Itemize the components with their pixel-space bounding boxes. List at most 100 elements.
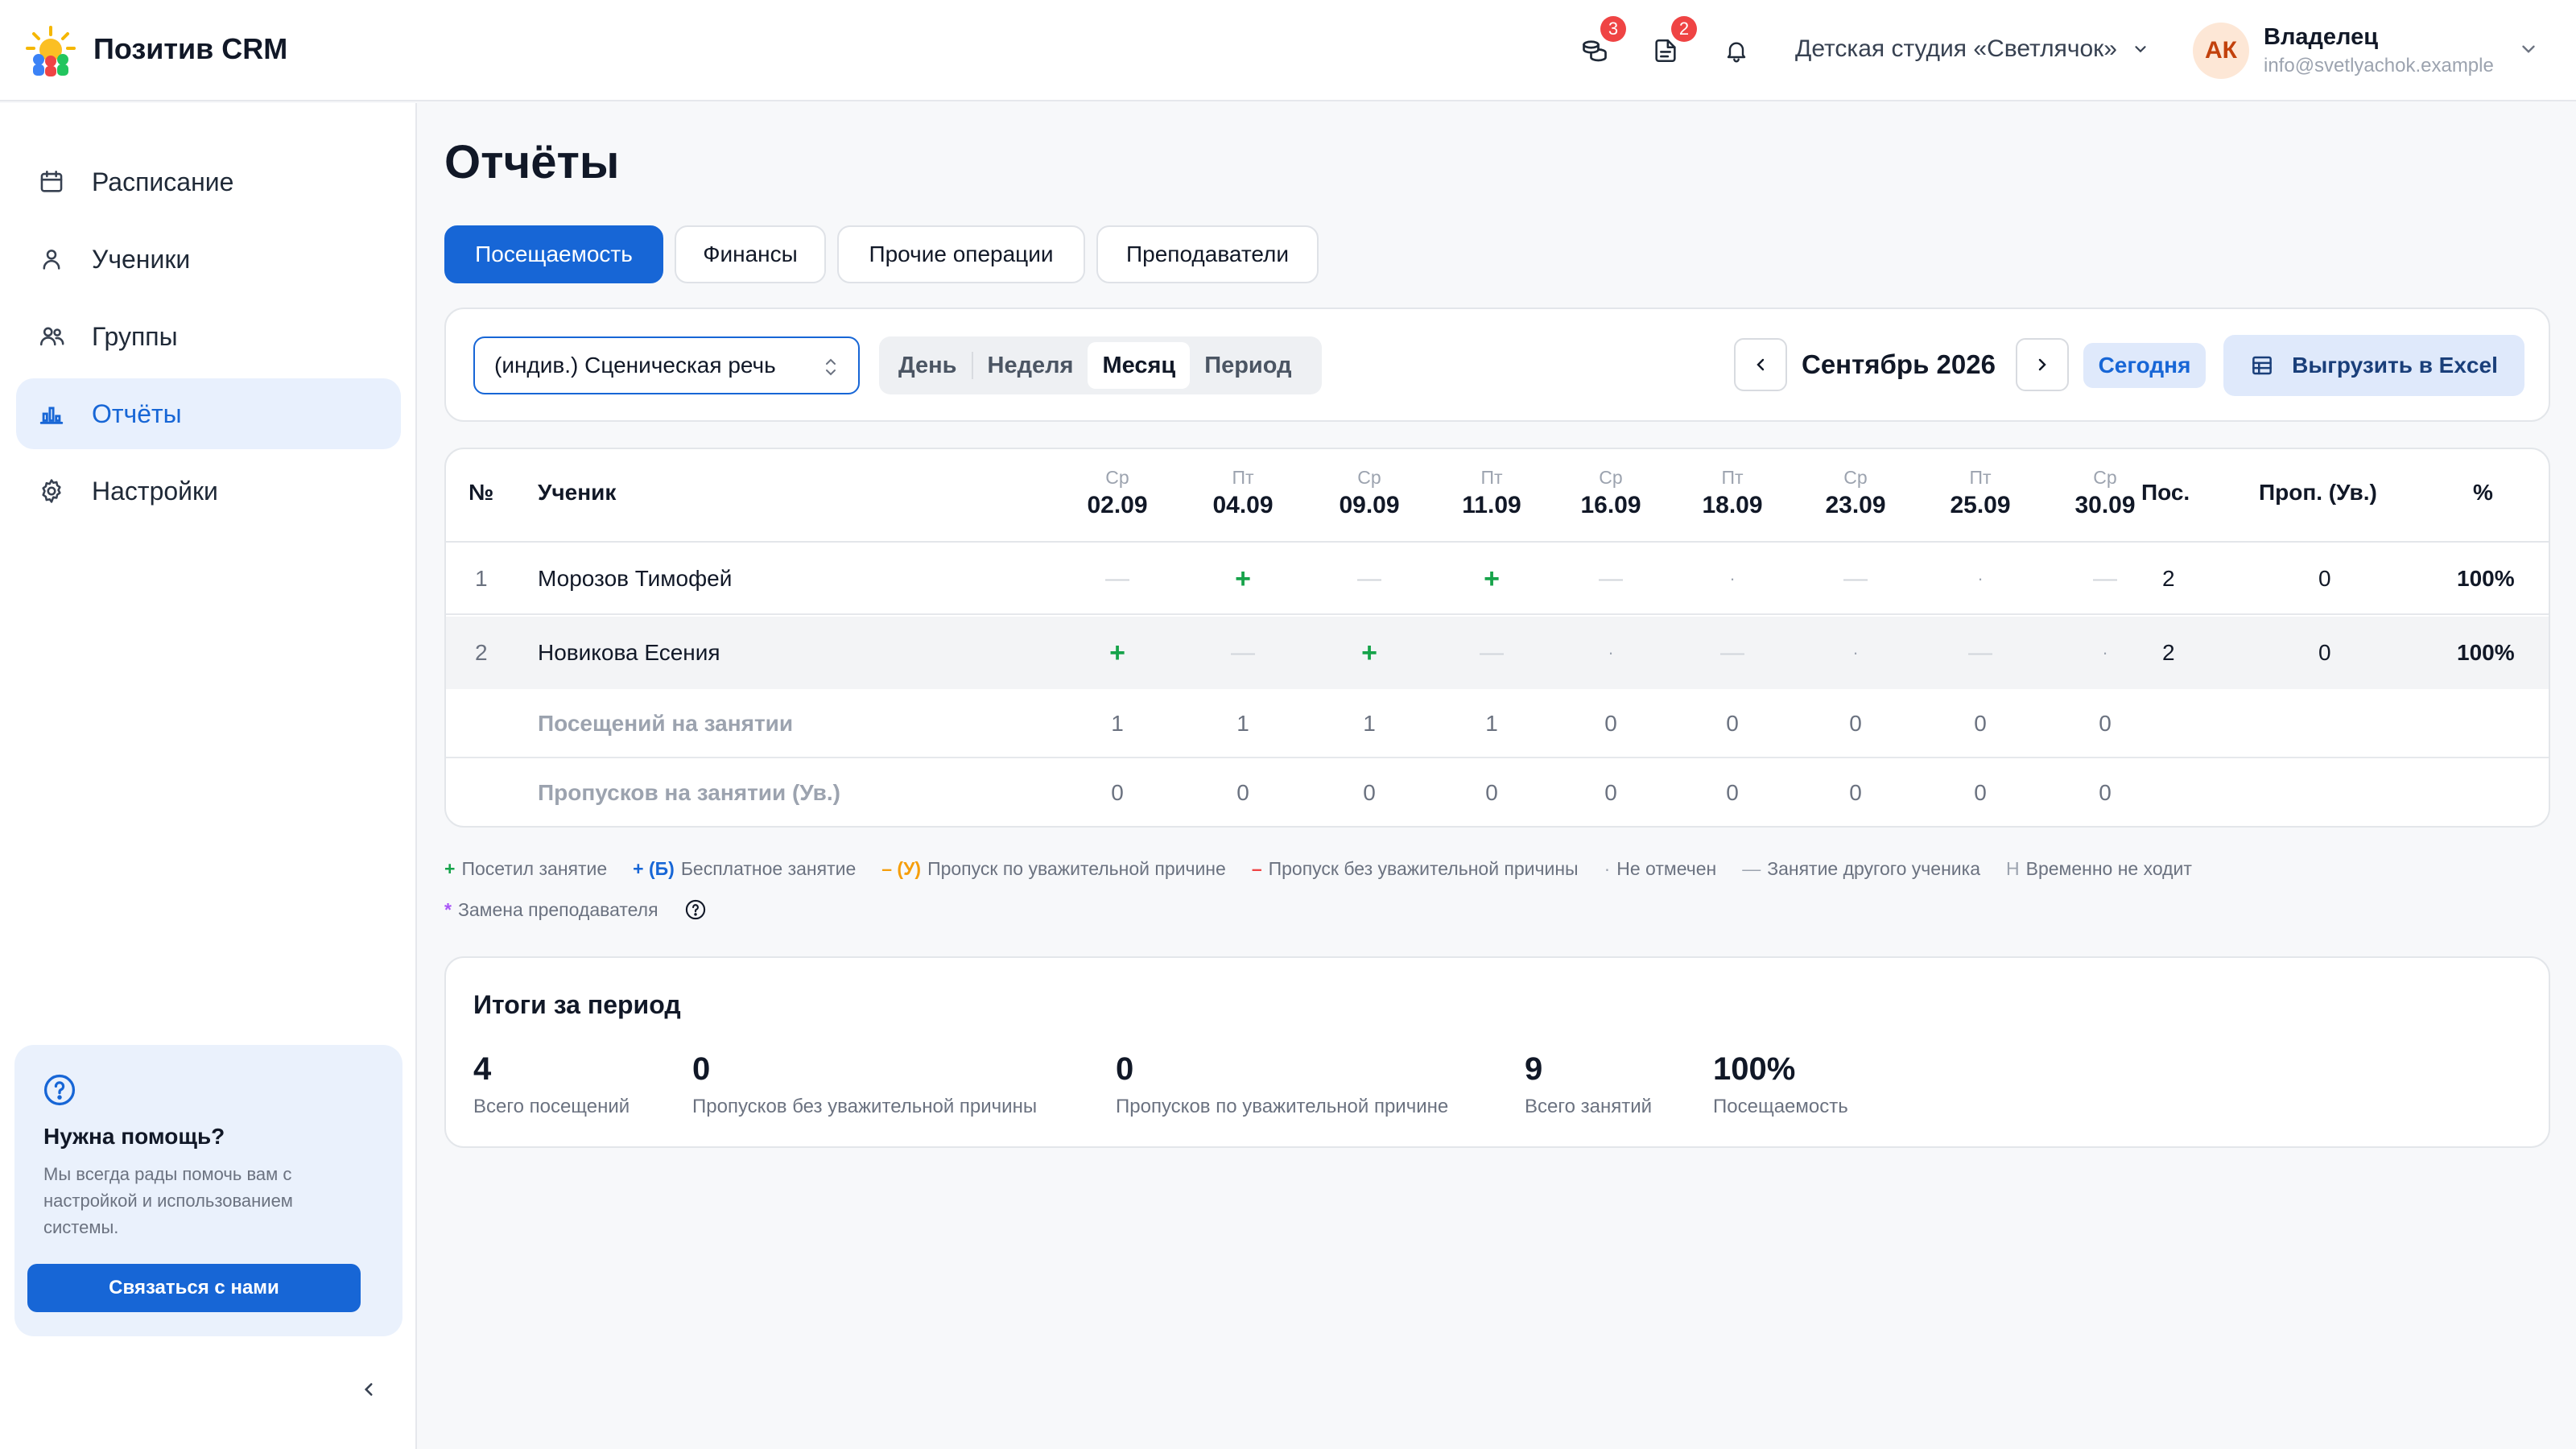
course-select[interactable]: (индив.) Сценическая речь — [473, 336, 860, 394]
page-title: Отчёты — [444, 136, 620, 188]
sidebar-item-label: Отчёты — [92, 398, 182, 428]
tab-finances[interactable]: Финансы — [675, 225, 826, 283]
help-circle-icon[interactable] — [684, 898, 707, 921]
table-header: № Ученик Ср 02.09 Пт 04.09 Ср 09.09 Пт 11.09… — [446, 449, 2549, 543]
collapse-sidebar-button[interactable] — [353, 1373, 385, 1406]
prev-month-button[interactable] — [1734, 338, 1787, 391]
header-day: Пт 11.09 — [1462, 467, 1521, 518]
documents-button[interactable]: 2 — [1647, 16, 1697, 69]
totals-value: 0 — [1485, 780, 1498, 805]
chart-icon — [35, 398, 68, 430]
sidebar-item-reports[interactable]: Отчёты — [16, 378, 401, 449]
attendance-mark[interactable]: — — [1187, 617, 1299, 689]
legend-item: – (У) Пропуск по уважительной причине — [881, 858, 1226, 879]
attendance-mark[interactable]: · — [1924, 543, 2037, 615]
attendance-mark[interactable]: — — [1799, 543, 1912, 615]
period-range-button[interactable]: Период — [1190, 342, 1306, 389]
period-month-button[interactable]: Месяц — [1088, 342, 1191, 389]
table-row[interactable]: 1 Морозов Тимофей — + — + — · — · — 2 0 … — [446, 543, 2549, 615]
course-select-value: (индив.) Сценическая речь — [494, 353, 776, 378]
attendance-percent: 100% — [2457, 640, 2515, 665]
sidebar-item-groups[interactable]: Группы — [16, 301, 401, 372]
totals-row-absences: Пропусков на занятии (Ув.) 0 0 0 0 0 0 0… — [446, 758, 2549, 826]
stat-total-lessons: 9 Всего занятий — [1525, 1051, 1653, 1117]
period-day-button[interactable]: День — [884, 342, 972, 389]
avatar[interactable]: АК — [2193, 23, 2249, 79]
legend-item: * Замена преподавателя — [444, 898, 658, 920]
attendance-mark[interactable]: · — [1554, 617, 1667, 689]
table-row[interactable]: 2 Новикова Есения + — + — · — · — · 2 0 … — [446, 617, 2549, 689]
absences-count: 0 — [2318, 640, 2331, 665]
visits-count: 2 — [2162, 640, 2175, 665]
totals-value: 0 — [1974, 711, 1987, 736]
header-day: Пт 04.09 — [1212, 467, 1274, 518]
tab-attendance[interactable]: Посещаемость — [444, 225, 663, 283]
attendance-mark[interactable]: + — [1187, 543, 1299, 615]
user-menu-chevron-icon[interactable] — [2518, 39, 2539, 60]
attendance-mark[interactable]: — — [1435, 617, 1548, 689]
student-name[interactable]: Морозов Тимофей — [538, 543, 732, 615]
period-summary: Итоги за период 4 Всего посещений 0 Проп… — [444, 956, 2550, 1148]
studio-selector[interactable]: Детская студия «Светлячок» — [1795, 35, 2149, 63]
legend-item: – Пропуск без уважительной причины — [1251, 858, 1579, 879]
today-button[interactable]: Сегодня — [2083, 343, 2206, 388]
totals-value: 0 — [1726, 780, 1739, 805]
row-number: 2 — [475, 640, 488, 665]
tab-other-operations[interactable]: Прочие операции — [837, 225, 1085, 283]
attendance-mark[interactable]: — — [1313, 543, 1426, 615]
attendance-mark[interactable]: · — [1799, 617, 1912, 689]
header-day: Ср 02.09 — [1087, 467, 1148, 518]
export-excel-button[interactable]: Выгрузить в Excel — [2223, 335, 2524, 396]
totals-value: 0 — [1236, 780, 1249, 805]
tab-teachers[interactable]: Преподаватели — [1096, 225, 1319, 283]
attendance-mark[interactable]: — — [2049, 543, 2161, 615]
contact-us-button[interactable]: Связаться с нами — [27, 1264, 361, 1312]
help-icon — [43, 1074, 76, 1106]
help-title: Нужна помощь? — [43, 1124, 225, 1149]
attendance-mark[interactable]: + — [1313, 617, 1426, 689]
coins-icon — [1583, 40, 1607, 62]
sidebar-item-settings[interactable]: Настройки — [16, 456, 401, 526]
attendance-mark[interactable]: — — [1924, 617, 2037, 689]
chevron-left-icon — [1757, 358, 1765, 371]
legend-item: + (Б) Бесплатное занятие — [633, 858, 857, 879]
sidebar-item-students[interactable]: Ученики — [16, 224, 401, 295]
filter-bar: (индив.) Сценическая речь День Неделя Ме… — [444, 308, 2550, 422]
header-visits: Пос. — [2141, 480, 2190, 505]
attendance-mark[interactable]: — — [1554, 543, 1667, 615]
attendance-mark[interactable]: — — [1061, 543, 1174, 615]
totals-value: 0 — [1604, 780, 1617, 805]
next-month-button[interactable] — [2016, 338, 2069, 391]
totals-value: 0 — [1604, 711, 1617, 736]
help-text: Мы всегда рады помочь вам с настройкой и… — [43, 1164, 293, 1237]
attendance-mark[interactable]: — — [1676, 617, 1789, 689]
sidebar-item-label: Расписание — [92, 167, 234, 196]
legend-item: · Не отмечен — [1604, 858, 1717, 879]
payments-button[interactable]: 3 — [1576, 16, 1626, 69]
student-name[interactable]: Новикова Есения — [538, 617, 720, 689]
bell-icon — [1727, 42, 1746, 63]
top-bar: Позитив CRM 3 2 Детская студия «Светлячо… — [0, 0, 2576, 101]
sidebar-item-schedule[interactable]: Расписание — [16, 147, 401, 217]
period-week-button[interactable]: Неделя — [973, 342, 1088, 389]
attendance-mark[interactable]: + — [1435, 543, 1548, 615]
period-switch: День Неделя Месяц Период — [879, 336, 1322, 394]
totals-value: 0 — [1726, 711, 1739, 736]
attendance-mark[interactable]: · — [2049, 617, 2161, 689]
attendance-mark[interactable]: + — [1061, 617, 1174, 689]
notifications-button[interactable] — [1718, 32, 1755, 69]
attendance-mark[interactable]: · — [1676, 543, 1789, 615]
users-icon — [35, 320, 68, 353]
sidebar-item-label: Ученики — [92, 244, 191, 274]
header-day: Пт 18.09 — [1702, 467, 1763, 518]
totals-value: 0 — [1849, 780, 1862, 805]
stat-total-visits: 4 Всего посещений — [473, 1051, 630, 1117]
totals-value: 1 — [1485, 711, 1498, 736]
app-title: Позитив CRM — [93, 32, 288, 65]
chevron-down-icon — [2135, 46, 2146, 53]
sidebar: Расписание Ученики Группы Отчёты Настрой… — [0, 103, 417, 1449]
totals-value: 0 — [1974, 780, 1987, 805]
chevron-up-down-icon — [826, 358, 836, 376]
header-day: Ср 09.09 — [1339, 467, 1400, 518]
calendar-icon — [35, 166, 68, 198]
